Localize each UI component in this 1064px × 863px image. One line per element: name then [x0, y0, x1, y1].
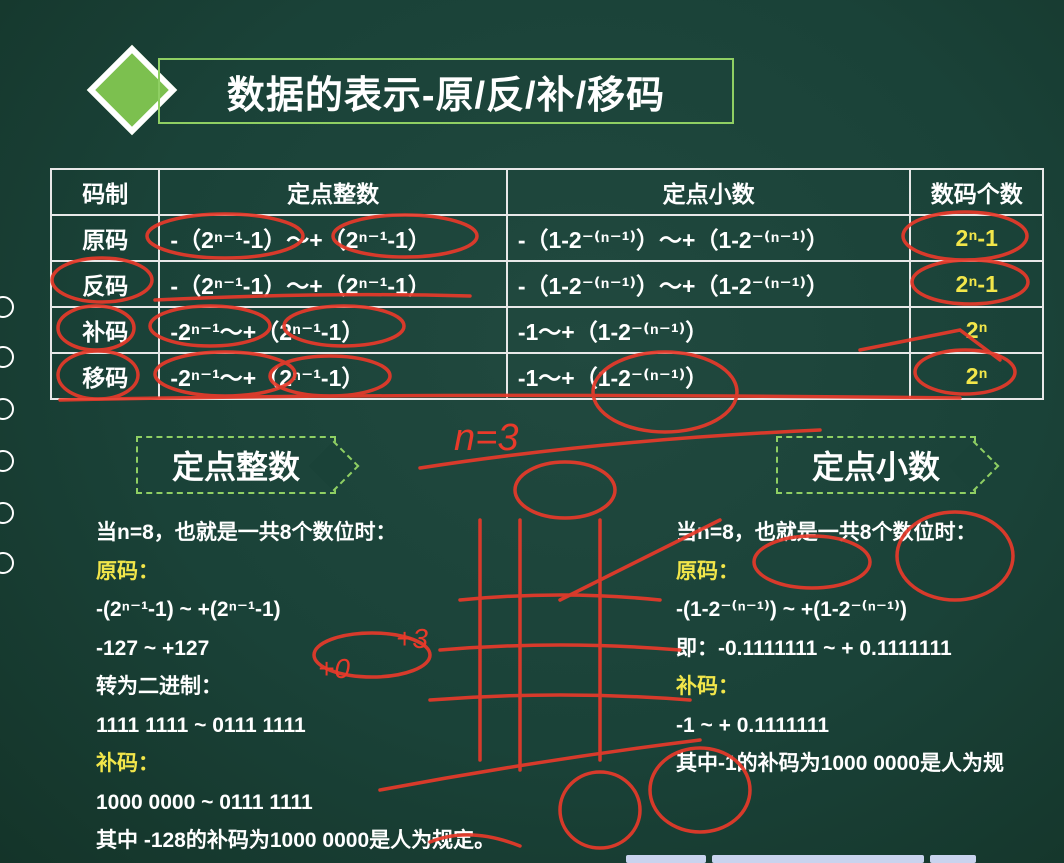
annotation-plus-zero: +0 [318, 653, 350, 684]
annotation-circle [752, 534, 872, 590]
annotation-circle [153, 350, 297, 398]
annotation-circle [910, 258, 1030, 306]
annotation-plus-three: +3 [396, 623, 428, 654]
annotation-circle [901, 210, 1029, 262]
annotation-circle [648, 746, 752, 834]
annotation-circle [282, 304, 406, 348]
annotation-stroke [428, 593, 692, 702]
annotation-circle [895, 510, 1015, 602]
annotation-underline [153, 292, 472, 302]
annotation-circle [513, 460, 617, 520]
annotation-circle [331, 213, 479, 259]
annotation-circle [50, 256, 154, 304]
annotation-n-equals: n=3 [454, 417, 518, 459]
annotation-circle [913, 348, 1017, 396]
annotation-circle [268, 354, 392, 398]
annotation-circle [145, 212, 305, 260]
annotation-circle [148, 304, 272, 348]
annotation-circle [56, 304, 136, 352]
annotation-circle [558, 770, 642, 850]
annotation-underline [58, 393, 962, 402]
annotation-circle [591, 350, 739, 434]
handwriting-annotations: n=3 +0 +3 [50, 210, 1030, 850]
annotation-stroke [428, 833, 522, 848]
annotation-circle [56, 349, 140, 401]
